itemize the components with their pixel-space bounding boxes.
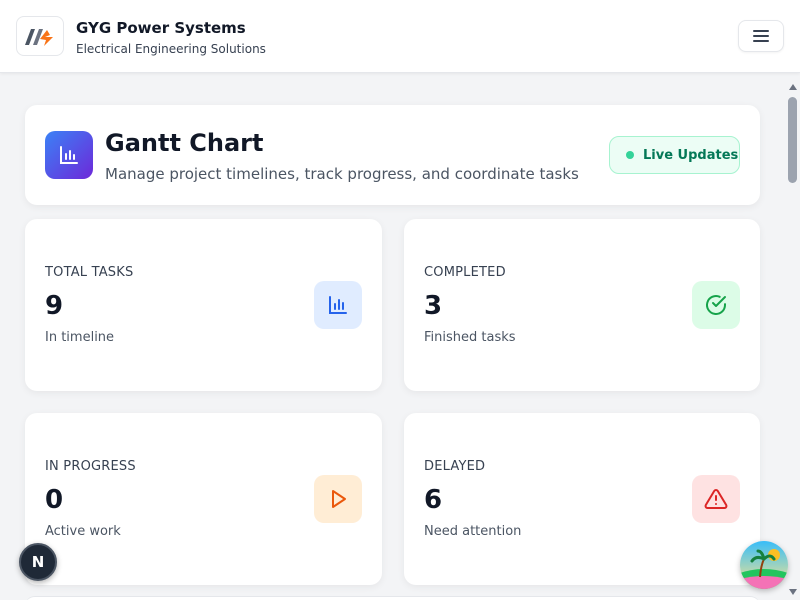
scroll-down-arrow-icon[interactable]	[789, 589, 797, 595]
bar-chart-icon	[314, 281, 362, 329]
live-updates-badge: Live Updates	[609, 136, 740, 174]
stat-caption: Active work	[45, 524, 121, 539]
hamburger-menu-button[interactable]	[738, 20, 784, 52]
brand-tagline: Electrical Engineering Solutions	[76, 42, 266, 56]
page-header-card: Gantt Chart Manage project timelines, tr…	[25, 105, 760, 205]
n-badge-letter: N	[31, 553, 45, 571]
stat-value: 0	[45, 485, 64, 515]
stat-card-delayed: DELAYED 6 Need attention	[404, 413, 760, 585]
stat-label: TOTAL TASKS	[45, 265, 134, 280]
stat-value: 6	[424, 485, 443, 515]
brand-name: GYG Power Systems	[76, 19, 246, 37]
stat-card-completed: COMPLETED 3 Finished tasks	[404, 219, 760, 391]
stat-card-in-progress: IN PROGRESS 0 Active work	[25, 413, 382, 585]
stat-caption: Need attention	[424, 524, 522, 539]
next-section-card	[25, 596, 760, 600]
beach-avatar-icon[interactable]	[740, 541, 788, 589]
page-title: Gantt Chart	[105, 129, 264, 157]
stat-value: 3	[424, 291, 443, 321]
live-updates-label: Live Updates	[643, 147, 739, 163]
play-icon	[314, 475, 362, 523]
gyg-logo-icon[interactable]	[16, 16, 64, 56]
stat-value: 9	[45, 291, 64, 321]
alert-triangle-icon	[692, 475, 740, 523]
live-status-dot-icon	[626, 151, 634, 159]
stat-caption: In timeline	[45, 330, 115, 345]
stat-caption: Finished tasks	[424, 330, 516, 345]
scrollbar-thumb[interactable]	[788, 97, 797, 183]
top-navigation-bar: GYG Power Systems Electrical Engineering…	[0, 0, 800, 73]
dev-tools-n-button[interactable]: N	[19, 543, 57, 581]
bar-chart-icon	[45, 131, 93, 179]
stat-label: DELAYED	[424, 459, 486, 474]
stat-card-total-tasks: TOTAL TASKS 9 In timeline	[25, 219, 382, 391]
page-subtitle: Manage project timelines, track progress…	[105, 165, 579, 183]
hamburger-menu-icon	[753, 30, 769, 42]
check-circle-icon	[692, 281, 740, 329]
stat-label: COMPLETED	[424, 265, 506, 280]
stat-label: IN PROGRESS	[45, 459, 136, 474]
scroll-up-arrow-icon[interactable]	[789, 84, 797, 90]
